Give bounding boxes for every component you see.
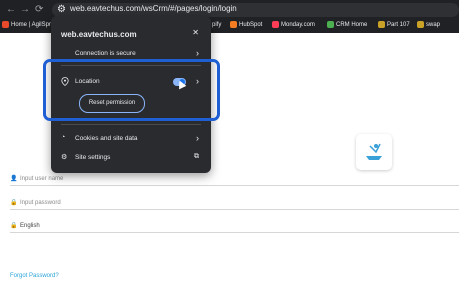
forward-icon[interactable]: → (20, 4, 30, 15)
open-external-icon: ⧉ (194, 153, 199, 160)
bookmark-hubspot[interactable]: HubSpot (230, 19, 262, 31)
bookmark-crm-home[interactable]: CRM Home (327, 19, 367, 31)
user-icon: 👤 (10, 176, 18, 182)
chevron-right-icon: › (196, 133, 199, 143)
bookmark-monday[interactable]: Monday.com (272, 19, 315, 31)
location-highlight-box (43, 59, 220, 121)
folder-icon (417, 20, 424, 28)
site-settings-label: Site settings (75, 154, 111, 161)
bookmark-favicon-icon (327, 20, 334, 28)
cookies-row[interactable]: ◔ Cookies and site data › (51, 131, 211, 147)
cookie-icon: ◔ (61, 134, 66, 141)
forgot-password-link[interactable]: Forgot Password? (10, 273, 59, 279)
lock-icon: 🔒 (10, 223, 18, 229)
site-settings-row[interactable]: ⚙ Site settings ⧉ (51, 150, 211, 166)
bookmark-favicon-icon (272, 20, 279, 28)
close-icon[interactable]: ✕ (192, 28, 199, 37)
bookmark-home[interactable]: Home | AgilSpro (2, 19, 54, 31)
chevron-right-icon: › (196, 48, 199, 58)
connection-label: Connection is secure (75, 50, 136, 57)
company-logo (356, 134, 392, 170)
bookmark-part107[interactable]: Part 107 (378, 19, 410, 31)
bookmark-favicon-icon (230, 20, 237, 28)
folder-icon (378, 20, 385, 28)
back-icon[interactable]: ← (6, 4, 16, 15)
site-info-icon[interactable]: ⚙ (57, 4, 66, 15)
settings-gear-icon: ⚙ (61, 154, 68, 161)
bookmark-pify[interactable]: pify (212, 19, 221, 31)
logo-graphic-icon (366, 143, 382, 160)
cookies-label: Cookies and site data (75, 135, 138, 142)
address-url[interactable]: web.eavtechus.com/wsCrm/#/pages/login/lo… (70, 4, 237, 13)
password-field[interactable]: 🔒 Input password (10, 197, 459, 210)
reload-icon[interactable]: ⟳ (35, 4, 43, 15)
bookmark-swap[interactable]: swap (417, 19, 440, 31)
popup-site-title: web.eavtechus.com (61, 30, 137, 39)
bookmark-favicon-icon (2, 20, 9, 28)
language-select[interactable]: 🔒 English (10, 220, 459, 233)
username-field[interactable]: 👤 Input user name (10, 173, 459, 186)
divider (61, 124, 201, 125)
lock-icon: 🔒 (10, 200, 18, 206)
